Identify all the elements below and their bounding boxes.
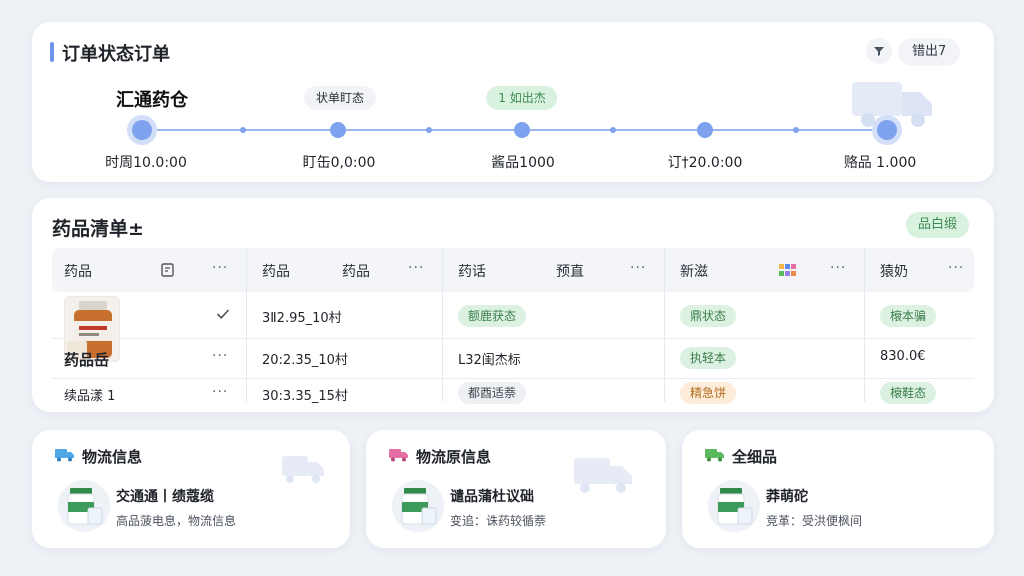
filter-icon <box>874 47 884 56</box>
truck-icon <box>705 449 724 462</box>
header-more-icon[interactable]: ··· <box>630 260 646 276</box>
row2-last: 830.0€ <box>880 349 926 364</box>
step-node-3[interactable] <box>514 122 530 138</box>
medicine-bottle-icon <box>67 488 103 525</box>
logistics-info-card[interactable]: 物流信息 交通通丨绩蔻缆 高品菠电息，物流信息 <box>32 430 350 548</box>
header-drug-2[interactable]: 药品 <box>262 261 290 281</box>
step-node-2[interactable] <box>330 122 346 138</box>
step-time-3: 酱品1000 <box>491 155 555 171</box>
header-drug-3[interactable]: 药品 <box>342 261 370 281</box>
edit-icon[interactable] <box>160 262 176 278</box>
medicine-thumbnail <box>58 480 110 532</box>
track-dot <box>610 127 616 133</box>
filter-button[interactable] <box>866 38 892 64</box>
header-new[interactable]: 新滋 <box>680 261 708 281</box>
drug-list-card: 药品清单± 品白缎 药品 ··· 药品 药品 ··· 药话 预直 ··· 新滋 … <box>32 198 994 412</box>
check-icon[interactable] <box>216 308 230 320</box>
header-more-icon[interactable]: ··· <box>212 260 228 276</box>
title-accent-bar <box>50 42 54 62</box>
step-time-1: 时周10.0:00 <box>105 155 187 171</box>
info-card-desc: 高品菠电息，物流信息 <box>116 514 237 528</box>
row1-status-chip: 额鹿获态 <box>458 305 527 327</box>
row3-more-icon[interactable]: ··· <box>212 384 228 400</box>
row3-spec: 30:3.35_15村 <box>262 389 348 404</box>
logistics-origin-card[interactable]: 物流原信息 谴品蒲杜议础 变追：诛药较循萘 <box>366 430 666 548</box>
header-preset[interactable]: 预直 <box>556 261 584 281</box>
order-status-card: 订单状态订单 错出7 汇通药仓 状单盯态 1 如出杰 时周10.0:00 盯缶0… <box>32 22 994 182</box>
track-dot <box>240 127 246 133</box>
truck-icon <box>574 458 632 493</box>
truck-icon <box>389 449 408 462</box>
drug-table: 药品 ··· 药品 药品 ··· 药话 预直 ··· 新滋 ··· 猿奶 ··· <box>52 248 974 404</box>
row2-badge-chip: 执轻本 <box>680 347 737 369</box>
step-status-pill: 状单盯态 <box>303 86 377 110</box>
row2-drug-name: 药品岳 <box>64 351 110 369</box>
info-card-name: 莽萌砣 <box>766 489 808 505</box>
row1-spec: 3Ⅱ2.95_10村 <box>262 311 342 326</box>
truck-icon <box>282 456 324 483</box>
info-card-title: 全细品 <box>732 448 778 466</box>
row2-more-icon[interactable]: ··· <box>212 348 228 364</box>
export-button[interactable]: 错出7 <box>898 38 961 66</box>
row3-badge-chip: 精急饼 <box>680 382 737 404</box>
info-card-desc: 变追：诛药较循萘 <box>450 514 547 528</box>
warehouse-label: 汇通药仓 <box>116 90 188 111</box>
step-node-5[interactable] <box>877 120 897 140</box>
info-card-name: 交通通丨绩蔻缆 <box>116 489 214 505</box>
info-card-title: 物流原信息 <box>416 448 492 466</box>
header-amount[interactable]: 猿奶 <box>880 261 908 281</box>
list-tag-button[interactable]: 品白缎 <box>906 212 970 238</box>
truck-icon <box>55 449 74 462</box>
header-more-icon[interactable]: ··· <box>408 260 424 276</box>
medicine-bottle-icon <box>717 488 753 525</box>
step-node-4[interactable] <box>697 122 713 138</box>
step-time-5: 赂品 1.000 <box>843 155 917 171</box>
row-divider <box>52 378 974 379</box>
row-divider <box>52 338 974 339</box>
step-time-2: 盯缶0,0:00 <box>302 155 376 171</box>
row2-batch: L32闺杰标 <box>458 353 521 368</box>
header-channel[interactable]: 药话 <box>458 261 486 281</box>
step-active-pill: 1 如出杰 <box>486 86 558 110</box>
header-more-icon[interactable]: ··· <box>830 260 846 276</box>
step-node-1[interactable] <box>132 120 152 140</box>
status-card-title: 订单状态订单 <box>62 44 170 65</box>
track-dot <box>426 127 432 133</box>
info-card-title: 物流信息 <box>82 448 143 466</box>
row1-last-chip: 榱本骗 <box>880 305 937 327</box>
step-time-4: 订†20.0:00 <box>667 155 743 171</box>
drug-list-title: 药品清单± <box>52 218 144 240</box>
row1-badge-chip: 鼎状态 <box>680 305 737 327</box>
header-more-icon[interactable]: ··· <box>948 260 964 276</box>
medicine-thumbnail <box>708 480 760 532</box>
row2-spec: 20:2.35_10村 <box>262 353 348 368</box>
medicine-thumbnail <box>392 480 444 532</box>
row3-last-chip: 榱鞋态 <box>880 382 937 404</box>
medicine-bottle-icon <box>401 488 437 525</box>
info-card-name: 谴品蒲杜议础 <box>450 489 534 505</box>
row3-status-chip: 都酉适萘 <box>458 382 527 404</box>
full-detail-card[interactable]: 全细品 莽萌砣 竞革：受洪便枫间 <box>682 430 994 548</box>
header-drug[interactable]: 药品 <box>64 261 92 281</box>
row3-drug-name: 续品漾 1 <box>64 389 116 404</box>
info-card-desc: 竞革：受洪便枫间 <box>766 514 863 528</box>
color-grid-icon[interactable] <box>778 262 798 278</box>
track-dot <box>793 127 799 133</box>
